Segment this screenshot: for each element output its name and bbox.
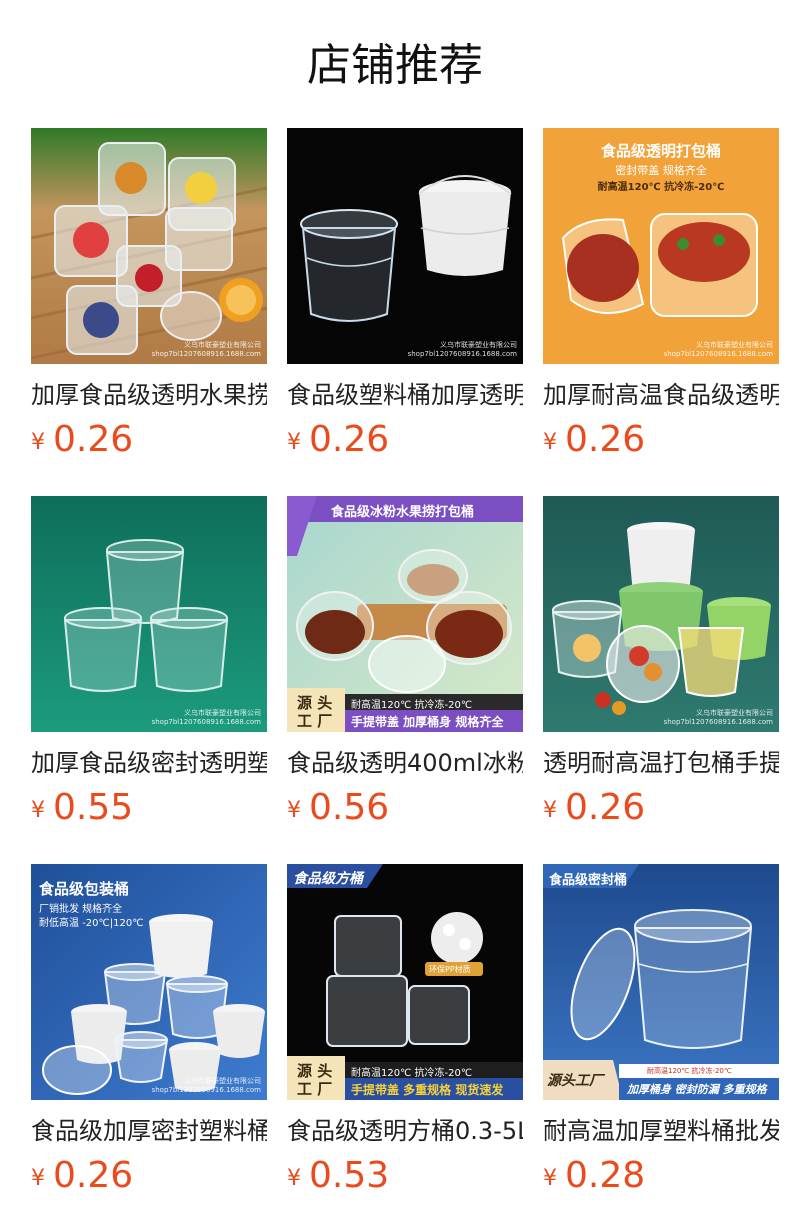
overlay-headline: 食品级方桶 bbox=[293, 871, 363, 887]
product-price: ¥0.26 bbox=[31, 418, 267, 468]
watermark: 义乌市联豪塑业有限公司 shop7bl1207608916.1688.com bbox=[151, 709, 261, 726]
overlay-factory-badge: 工 厂 bbox=[297, 712, 333, 730]
overlay-features: 手提带盖 多重规格 现货速发 bbox=[351, 1083, 504, 1097]
price-value: 0.28 bbox=[565, 1155, 646, 1196]
overlay-spec: 耐高温120℃ 抗冷冻-20℃ bbox=[351, 1068, 473, 1079]
currency-symbol: ¥ bbox=[543, 430, 557, 455]
product-card[interactable]: 义乌市联豪塑业有限公司 shop7bl1207608916.1688.com 透… bbox=[543, 496, 779, 864]
product-name[interactable]: 食品级塑料桶加厚透明密封桶 bbox=[287, 378, 523, 412]
product-image[interactable]: 义乌市联豪塑业有限公司 shop7bl1207608916.1688.com bbox=[31, 128, 267, 364]
stacked-clear-buckets-photo-icon bbox=[31, 496, 267, 732]
product-grid: 义乌市联豪塑业有限公司 shop7bl1207608916.1688.com 加… bbox=[31, 128, 779, 1232]
product-price: ¥0.53 bbox=[287, 1154, 523, 1204]
product-image[interactable]: 义乌市联豪塑业有限公司 shop7bl1207608916.1688.com bbox=[287, 128, 523, 364]
price-value: 0.53 bbox=[309, 1155, 390, 1196]
product-image[interactable]: 食品级透明打包桶 密封带盖 规格齐全 耐高温120℃ 抗冷冻-20℃ 义乌市联豪… bbox=[543, 128, 779, 364]
product-card[interactable]: 食品级透明打包桶 密封带盖 规格齐全 耐高温120℃ 抗冷冻-20℃ 义乌市联豪… bbox=[543, 128, 779, 496]
product-card[interactable]: 食品级方桶 环保PP材质 源 头 工 厂 耐高温120℃ 抗冷冻-20℃ 手提带… bbox=[287, 864, 523, 1232]
product-card[interactable]: 义乌市联豪塑业有限公司 shop7bl1207608916.1688.com 食… bbox=[287, 128, 523, 496]
overlay-headline: 食品级密封桶 bbox=[549, 873, 628, 888]
product-name[interactable]: 加厚食品级透明水果捞打包桶 bbox=[31, 378, 267, 412]
currency-symbol: ¥ bbox=[543, 798, 557, 823]
fruit-buckets-photo-icon bbox=[31, 128, 267, 364]
price-value: 0.56 bbox=[309, 787, 390, 828]
overlay-spec: 耐低高温 -20℃|120℃ bbox=[39, 918, 144, 929]
price-value: 0.55 bbox=[53, 787, 134, 828]
product-image[interactable]: 义乌市联豪塑业有限公司 shop7bl1207608916.1688.com bbox=[31, 496, 267, 732]
colored-buckets-photo-icon bbox=[543, 496, 779, 732]
product-image[interactable]: 食品级密封桶 源头工厂 加厚桶身 密封防漏 多重规格 耐高温120℃ 抗冷冻-2… bbox=[543, 864, 779, 1100]
watermark: 义乌市联豪塑业有限公司 shop7bl1207608916.1688.com bbox=[151, 1077, 261, 1094]
watermark: 义乌市联豪塑业有限公司 shop7bl1207608916.1688.com bbox=[663, 341, 773, 358]
product-image[interactable]: 义乌市联豪塑业有限公司 shop7bl1207608916.1688.com bbox=[543, 496, 779, 732]
overlay-features: 加厚桶身 密封防漏 多重规格 bbox=[627, 1083, 767, 1096]
overlay-spec: 耐高温120℃ 抗冷冻-20℃ bbox=[597, 182, 725, 193]
product-name[interactable]: 耐高温加厚塑料桶批发 bbox=[543, 1114, 779, 1148]
price-value: 0.26 bbox=[309, 419, 390, 460]
product-name[interactable]: 食品级透明方桶0.3-5L bbox=[287, 1114, 523, 1148]
currency-symbol: ¥ bbox=[31, 430, 45, 455]
price-value: 0.26 bbox=[565, 787, 646, 828]
price-value: 0.26 bbox=[53, 419, 134, 460]
product-price: ¥0.56 bbox=[287, 786, 523, 836]
product-name[interactable]: 食品级透明400ml冰粉打包桶 bbox=[287, 746, 523, 780]
overlay-factory-badge: 源头工厂 bbox=[547, 1073, 603, 1089]
product-price: ¥0.55 bbox=[31, 786, 267, 836]
product-card[interactable]: 食品级包装桶 厂销批发 规格齐全 耐低高温 -20℃|120℃ 义乌市联豪塑业有… bbox=[31, 864, 267, 1232]
product-name[interactable]: 加厚食品级密封透明塑料桶 bbox=[31, 746, 267, 780]
shop-recommend-page: 店铺推荐 义乌市联豪塑业有限公司 shop7bl1207608916.1688.… bbox=[0, 0, 790, 1232]
currency-symbol: ¥ bbox=[287, 430, 301, 455]
overlay-headline: 食品级包装桶 bbox=[39, 880, 130, 898]
overlay-spec: 耐高温120℃ 抗冷冻-20℃ bbox=[647, 1067, 732, 1075]
price-value: 0.26 bbox=[565, 419, 646, 460]
product-card[interactable]: 食品级密封桶 源头工厂 加厚桶身 密封防漏 多重规格 耐高温120℃ 抗冷冻-2… bbox=[543, 864, 779, 1232]
watermark: 义乌市联豪塑业有限公司 shop7bl1207608916.1688.com bbox=[663, 709, 773, 726]
currency-symbol: ¥ bbox=[543, 1166, 557, 1191]
watermark: 义乌市联豪塑业有限公司 shop7bl1207608916.1688.com bbox=[151, 341, 261, 358]
product-price: ¥0.28 bbox=[543, 1154, 779, 1204]
product-price: ¥0.26 bbox=[543, 418, 779, 468]
currency-symbol: ¥ bbox=[287, 1166, 301, 1191]
price-value: 0.26 bbox=[53, 1155, 134, 1196]
clear-and-white-bucket-photo-icon bbox=[287, 128, 523, 364]
sealed-bucket-photo-icon bbox=[543, 864, 779, 1100]
overlay-features: 手提带盖 加厚桶身 规格齐全 bbox=[351, 715, 504, 729]
overlay-headline: 食品级冰粉水果捞打包桶 bbox=[331, 505, 475, 520]
product-card[interactable]: 义乌市联豪塑业有限公司 shop7bl1207608916.1688.com 加… bbox=[31, 496, 267, 864]
overlay-headline: 食品级透明打包桶 bbox=[600, 142, 721, 160]
currency-symbol: ¥ bbox=[31, 798, 45, 823]
watermark: 义乌市联豪塑业有限公司 shop7bl1207608916.1688.com bbox=[407, 341, 517, 358]
section-title: 店铺推荐 bbox=[307, 40, 483, 91]
overlay-spec: 耐高温120℃ 抗冷冻-20℃ bbox=[351, 700, 473, 711]
product-card[interactable]: 食品级冰粉水果捞打包桶 源 头 工 厂 耐高温120℃ 抗冷冻-20℃ 手提带盖… bbox=[287, 496, 523, 864]
overlay-factory-badge: 工 厂 bbox=[297, 1080, 333, 1098]
product-image[interactable]: 食品级包装桶 厂销批发 规格齐全 耐低高温 -20℃|120℃ 义乌市联豪塑业有… bbox=[31, 864, 267, 1100]
product-name[interactable]: 加厚耐高温食品级透明打包桶 bbox=[543, 378, 779, 412]
product-image[interactable]: 食品级冰粉水果捞打包桶 源 头 工 厂 耐高温120℃ 抗冷冻-20℃ 手提带盖… bbox=[287, 496, 523, 732]
overlay-subtitle: 厂销批发 规格齐全 bbox=[39, 904, 123, 915]
overlay-subtitle: 密封带盖 规格齐全 bbox=[615, 164, 707, 177]
product-price: ¥0.26 bbox=[31, 1154, 267, 1204]
currency-symbol: ¥ bbox=[287, 798, 301, 823]
product-price: ¥0.26 bbox=[543, 786, 779, 836]
product-image[interactable]: 食品级方桶 环保PP材质 源 头 工 厂 耐高温120℃ 抗冷冻-20℃ 手提带… bbox=[287, 864, 523, 1100]
overlay-material-badge: 环保PP材质 bbox=[429, 965, 471, 974]
product-card[interactable]: 义乌市联豪塑业有限公司 shop7bl1207608916.1688.com 加… bbox=[31, 128, 267, 496]
product-price: ¥0.26 bbox=[287, 418, 523, 468]
currency-symbol: ¥ bbox=[31, 1166, 45, 1191]
product-name[interactable]: 食品级加厚密封塑料桶 bbox=[31, 1114, 267, 1148]
product-name[interactable]: 透明耐高温打包桶手提桶 bbox=[543, 746, 779, 780]
